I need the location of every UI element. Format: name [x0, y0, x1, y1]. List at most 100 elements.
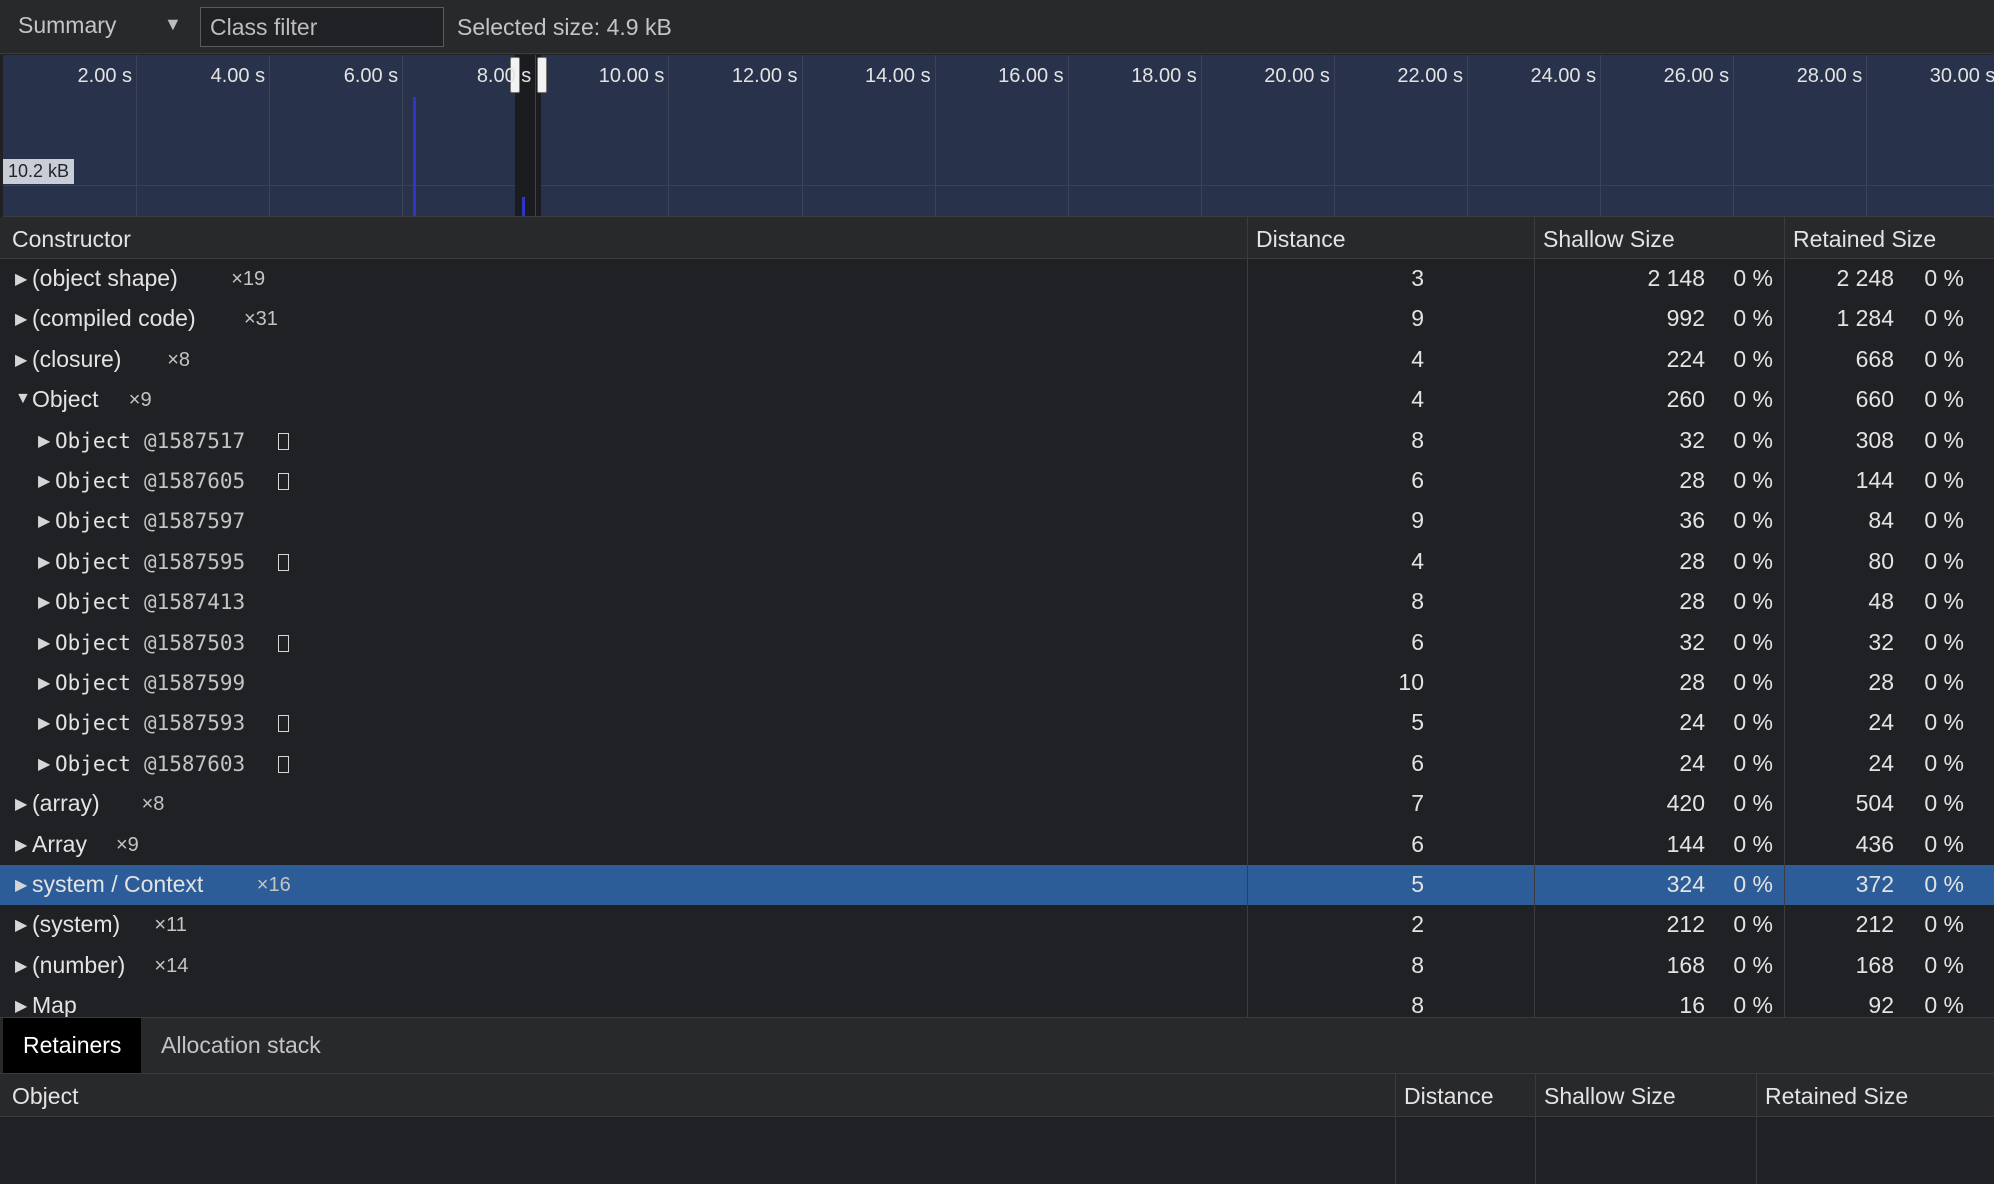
column-header-distance[interactable]: Distance [1256, 226, 1345, 253]
retained-size-percent: 0 % [1924, 426, 1964, 453]
timeline-tick-label: 22.00 s [1397, 65, 1463, 87]
object-instance-row[interactable]: ▶ Object @1587599 10 28 0 % 28 0 % [0, 663, 1994, 703]
detached-marker-icon [278, 473, 289, 490]
retained-size-percent: 0 % [1924, 709, 1964, 736]
tab-retainers[interactable]: Retainers [3, 1018, 142, 1073]
object-id: @1587413 [144, 590, 246, 615]
retainers-column-divider[interactable] [1535, 1074, 1536, 1184]
tab-allocation-stack[interactable]: Allocation stack [141, 1018, 341, 1073]
expand-right-triangle-icon[interactable]: ▶ [38, 673, 50, 693]
constructor-row[interactable]: ▶ Array ×9 6 144 0 % 436 0 % [0, 825, 1994, 865]
expand-right-triangle-icon[interactable]: ▶ [38, 713, 50, 733]
object-id: @1587503 [144, 630, 246, 655]
object-instance-row[interactable]: ▶ Object @1587597 9 36 0 % 84 0 % [0, 501, 1994, 541]
constructor-row[interactable]: ▶ system / Context ×16 5 324 0 % 372 0 % [0, 865, 1994, 905]
shallow-size-percent: 0 % [1733, 749, 1773, 776]
expand-right-triangle-icon[interactable]: ▶ [38, 431, 50, 451]
row-name: Object [55, 711, 131, 736]
constructor-row[interactable]: ▶ (system) ×11 2 212 0 % 212 0 % [0, 905, 1994, 945]
timeline-tick-label: 24.00 s [1530, 65, 1597, 87]
distance-value: 8 [1411, 992, 1424, 1017]
retainers-column-object[interactable]: Object [12, 1083, 78, 1110]
expand-right-triangle-icon[interactable]: ▶ [38, 592, 50, 612]
distance-value: 7 [1411, 790, 1424, 817]
retained-size-percent: 0 % [1924, 265, 1964, 291]
timeline-tick-line [1067, 55, 1069, 216]
retainers-column-retained-size[interactable]: Retained Size [1765, 1083, 1908, 1110]
chevron-down-icon: ▼ [164, 14, 182, 34]
constructor-row[interactable]: ▶ (object shape) ×19 3 2 148 0 % 2 248 0 % [0, 259, 1994, 299]
row-name: Map [32, 992, 77, 1017]
column-divider[interactable] [1534, 217, 1535, 1017]
object-instance-row[interactable]: ▶ Object @1587603 6 24 0 % 24 0 % [0, 744, 1994, 784]
constructor-row[interactable]: ▶ (closure) ×8 4 224 0 % 668 0 % [0, 340, 1994, 380]
retained-size-percent: 0 % [1924, 992, 1964, 1017]
constructor-row[interactable]: ▶ Map 8 16 0 % 92 0 % [0, 986, 1994, 1017]
retainers-column-divider[interactable] [1395, 1074, 1396, 1184]
expand-right-triangle-icon[interactable]: ▶ [38, 754, 50, 774]
constructor-row[interactable]: ▶ (compiled code) ×31 9 992 0 % 1 284 0 % [0, 299, 1994, 339]
retained-size-percent: 0 % [1924, 547, 1964, 574]
retained-size-percent: 0 % [1924, 669, 1964, 695]
column-divider[interactable] [1247, 217, 1248, 1017]
retained-size-percent: 0 % [1924, 467, 1964, 493]
object-id: @1587605 [144, 469, 246, 493]
expand-right-triangle-icon[interactable]: ▶ [15, 350, 27, 370]
view-select[interactable]: Summary ▼ [18, 12, 188, 44]
timeline-tick-line [1866, 55, 1868, 216]
constructor-row[interactable]: ▶ (number) ×14 8 168 0 % 168 0 % [0, 946, 1994, 986]
column-header-constructor[interactable]: Constructor [12, 226, 131, 253]
retainers-column-divider[interactable] [1756, 1074, 1757, 1184]
object-instance-row[interactable]: ▶ Object @1587503 6 32 0 % 32 0 % [0, 623, 1994, 663]
expand-right-triangle-icon[interactable]: ▶ [15, 875, 27, 895]
object-instance-row[interactable]: ▶ Object @1587593 5 24 0 % 24 0 % [0, 703, 1994, 743]
distance-value: 8 [1411, 951, 1424, 978]
expand-right-triangle-icon[interactable]: ▶ [38, 552, 50, 572]
timeline-tick-line [1600, 55, 1602, 216]
distance-value: 6 [1411, 467, 1424, 493]
object-instance-row[interactable]: ▶ Object @1587413 8 28 0 % 48 0 % [0, 582, 1994, 622]
expand-right-triangle-icon[interactable]: ▶ [15, 996, 27, 1016]
timeline-tick-label: 8.00 s [476, 65, 532, 87]
expand-right-triangle-icon[interactable]: ▶ [15, 794, 27, 814]
expand-right-triangle-icon[interactable]: ▶ [38, 633, 50, 653]
expand-right-triangle-icon[interactable]: ▶ [15, 309, 27, 329]
distance-value: 6 [1411, 749, 1424, 776]
expand-right-triangle-icon[interactable]: ▶ [15, 915, 27, 935]
shallow-size-percent: 0 % [1733, 345, 1773, 372]
constructor-row[interactable]: ▶ (array) ×8 7 420 0 % 504 0 % [0, 784, 1994, 824]
expand-right-triangle-icon[interactable]: ▶ [15, 835, 27, 855]
instance-count: ×8 [141, 793, 165, 816]
timeline-baseline [3, 185, 1994, 186]
object-id: @1587603 [144, 751, 246, 776]
retainers-column-distance[interactable]: Distance [1404, 1083, 1493, 1110]
timeline-tick-line [1467, 55, 1468, 216]
retained-size-percent: 0 % [1924, 911, 1964, 938]
instance-count: ×11 [154, 914, 187, 937]
expand-right-triangle-icon[interactable]: ▶ [38, 471, 50, 491]
constructor-row[interactable]: ▼ Object ×9 4 260 0 % 660 0 % [0, 380, 1994, 420]
retained-size-percent: 0 % [1924, 628, 1964, 655]
column-divider[interactable] [1784, 217, 1785, 1017]
row-name: Object [32, 386, 99, 413]
retainers-column-shallow-size[interactable]: Shallow Size [1544, 1083, 1676, 1110]
expand-down-triangle-icon[interactable]: ▼ [15, 390, 31, 408]
column-header-shallow-size[interactable]: Shallow Size [1543, 226, 1675, 253]
timeline-tick-label: 12.00 s [731, 65, 798, 87]
bottom-tab-bar: Retainers Allocation stack [0, 1017, 1994, 1074]
expand-right-triangle-icon[interactable]: ▶ [15, 269, 27, 289]
object-instance-row[interactable]: ▶ Object @1587595 4 28 0 % 80 0 % [0, 542, 1994, 582]
object-instance-row[interactable]: ▶ Object @1587605 6 28 0 % 144 0 % [0, 461, 1994, 501]
expand-right-triangle-icon[interactable]: ▶ [38, 511, 50, 531]
instance-count: ×19 [231, 268, 266, 290]
object-instance-row[interactable]: ▶ Object @1587517 8 32 0 % 308 0 % [0, 421, 1994, 461]
row-name: Array [32, 830, 87, 857]
class-filter-input[interactable] [200, 7, 444, 47]
distance-value: 2 [1411, 911, 1424, 938]
row-name: (object shape) [32, 265, 178, 291]
expand-right-triangle-icon[interactable]: ▶ [15, 956, 27, 976]
memory-scale-label: 10.2 kB [3, 159, 75, 184]
shallow-size-percent: 0 % [1733, 628, 1773, 655]
column-header-retained-size[interactable]: Retained Size [1793, 226, 1936, 253]
allocation-timeline[interactable]: 10.2 kB 2.00 s 4.00 s 6.00 s 8.00 s 10.00 s 1… [3, 55, 1994, 217]
